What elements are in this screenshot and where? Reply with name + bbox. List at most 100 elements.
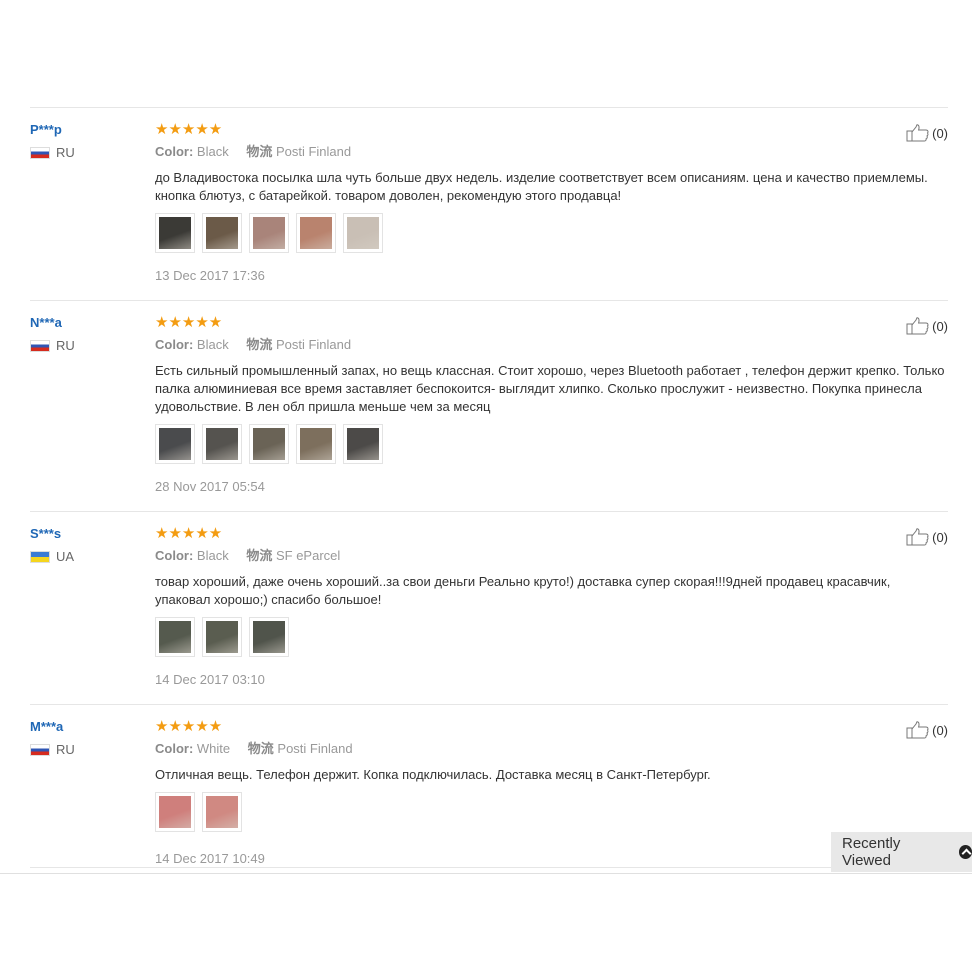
shipping: 物流 Posti Finland <box>248 741 353 756</box>
photo-thumbnails <box>155 792 948 832</box>
username-link[interactable]: M***a <box>30 719 140 735</box>
divider <box>0 873 972 874</box>
review-user: P***p RU <box>30 122 140 160</box>
color-label: Color: <box>155 144 194 159</box>
shipping-value: Posti Finland <box>277 741 353 756</box>
country: RU <box>30 743 140 757</box>
photo-thumbnail[interactable] <box>296 213 336 253</box>
photo-thumbnail[interactable] <box>155 213 195 253</box>
photo-thumbnails <box>155 617 948 657</box>
photo-image <box>300 217 332 249</box>
shipping: 物流 Posti Finland <box>246 337 351 352</box>
helpful-count: (0) <box>932 318 948 334</box>
review-text: Есть сильный промышленный запах, но вещь… <box>155 363 945 414</box>
photo-thumbnail[interactable] <box>343 424 383 464</box>
review-meta: Color: Black 物流 Posti Finland <box>155 144 948 160</box>
country-code: RU <box>56 742 75 757</box>
country-code: RU <box>56 338 75 353</box>
chevron-up-circle-icon <box>958 845 972 859</box>
shipping-value: SF eParcel <box>275 548 341 563</box>
photo-thumbnail[interactable] <box>296 424 336 464</box>
helpful-button[interactable]: (0) <box>906 528 948 546</box>
photo-image <box>206 217 238 249</box>
country-code: UA <box>56 549 75 564</box>
helpful-button[interactable]: (0) <box>906 124 948 142</box>
photo-thumbnail[interactable] <box>202 213 242 253</box>
review-user: S***s UA <box>30 526 140 564</box>
photo-thumbnail[interactable] <box>155 617 195 657</box>
shipping-label: 物流 <box>246 144 273 159</box>
color-label: Color: <box>155 741 194 756</box>
color-value: Black <box>196 144 229 159</box>
photo-thumbnail[interactable] <box>202 424 242 464</box>
recently-viewed-label: Recently Viewed <box>842 835 901 869</box>
photo-image <box>253 217 285 249</box>
star-rating: ★★★★★ <box>155 525 223 542</box>
shipping: 物流 SF eParcel <box>246 548 340 563</box>
review-user: M***a RU <box>30 719 140 757</box>
star-rating: ★★★★★ <box>155 718 223 735</box>
review-text: товар хороший, даже очень хороший..за св… <box>155 574 891 607</box>
photo-thumbnails <box>155 213 948 253</box>
star-rating: ★★★★★ <box>155 314 223 331</box>
color-label: Color: <box>155 548 194 563</box>
review-list: P***p RU (0) ★★★★★ Color: Black 物流 Posti… <box>30 107 948 868</box>
helpful-button[interactable]: (0) <box>906 317 948 335</box>
photo-image <box>159 428 191 460</box>
flag-ru-icon <box>30 744 50 756</box>
photo-thumbnail[interactable] <box>155 424 195 464</box>
photo-image <box>159 621 191 653</box>
review-item: N***a RU (0) ★★★★★ Color: Black 物流 Posti… <box>30 301 948 512</box>
flag-ua-icon <box>30 551 50 563</box>
shipping-label: 物流 <box>247 741 274 756</box>
flag-ru-icon <box>30 340 50 352</box>
review-item: S***s UA (0) ★★★★★ Color: Black 物流 SF eP… <box>30 512 948 705</box>
photo-thumbnail[interactable] <box>249 213 289 253</box>
thumbs-up-icon <box>906 528 929 546</box>
photo-image <box>347 428 379 460</box>
helpful-count: (0) <box>932 529 948 545</box>
photo-thumbnail[interactable] <box>202 617 242 657</box>
photo-thumbnail[interactable] <box>202 792 242 832</box>
review-content: ★★★★★ Color: Black 物流 Posti Finland Есть… <box>155 301 948 511</box>
photo-thumbnails <box>155 424 948 464</box>
photo-image <box>300 428 332 460</box>
helpful-count: (0) <box>932 722 948 738</box>
thumbs-up-icon <box>906 317 929 335</box>
photo-thumbnail[interactable] <box>343 213 383 253</box>
country-code: RU <box>56 145 75 160</box>
photo-image <box>159 217 191 249</box>
shipping-label: 物流 <box>246 337 273 352</box>
review-content: ★★★★★ Color: Black 物流 SF eParcel товар х… <box>155 512 948 704</box>
star-rating: ★★★★★ <box>155 121 223 138</box>
review-user: N***a RU <box>30 315 140 353</box>
color-label: Color: <box>155 337 194 352</box>
photo-image <box>253 621 285 653</box>
photo-thumbnail[interactable] <box>155 792 195 832</box>
color-value: White <box>196 741 231 756</box>
flag-ru-icon <box>30 147 50 159</box>
helpful-count: (0) <box>932 125 948 141</box>
username-link[interactable]: S***s <box>30 526 140 542</box>
country: RU <box>30 339 140 353</box>
review-item: P***p RU (0) ★★★★★ Color: Black 物流 Posti… <box>30 108 948 301</box>
review-meta: Color: White 物流 Posti Finland <box>155 741 948 757</box>
helpful-button[interactable]: (0) <box>906 721 948 739</box>
photo-thumbnail[interactable] <box>249 617 289 657</box>
shipping-value: Posti Finland <box>275 337 352 352</box>
review-text: Отличная вещь. Телефон держит. Копка под… <box>155 767 711 782</box>
recently-viewed-button[interactable]: Recently Viewed <box>831 832 972 872</box>
country: RU <box>30 146 140 160</box>
review-item: M***a RU (0) ★★★★★ Color: White 物流 Posti… <box>30 705 948 868</box>
review-meta: Color: Black 物流 SF eParcel <box>155 548 948 564</box>
photo-image <box>159 796 191 828</box>
username-link[interactable]: N***a <box>30 315 140 331</box>
photo-image <box>347 217 379 249</box>
photo-image <box>206 428 238 460</box>
country: UA <box>30 550 140 564</box>
photo-thumbnail[interactable] <box>249 424 289 464</box>
color-value: Black <box>196 548 229 563</box>
username-link[interactable]: P***p <box>30 122 140 138</box>
review-text: до Владивостока посылка шла чуть больше … <box>155 170 928 203</box>
review-date: 13 Dec 2017 17:36 <box>155 268 265 283</box>
